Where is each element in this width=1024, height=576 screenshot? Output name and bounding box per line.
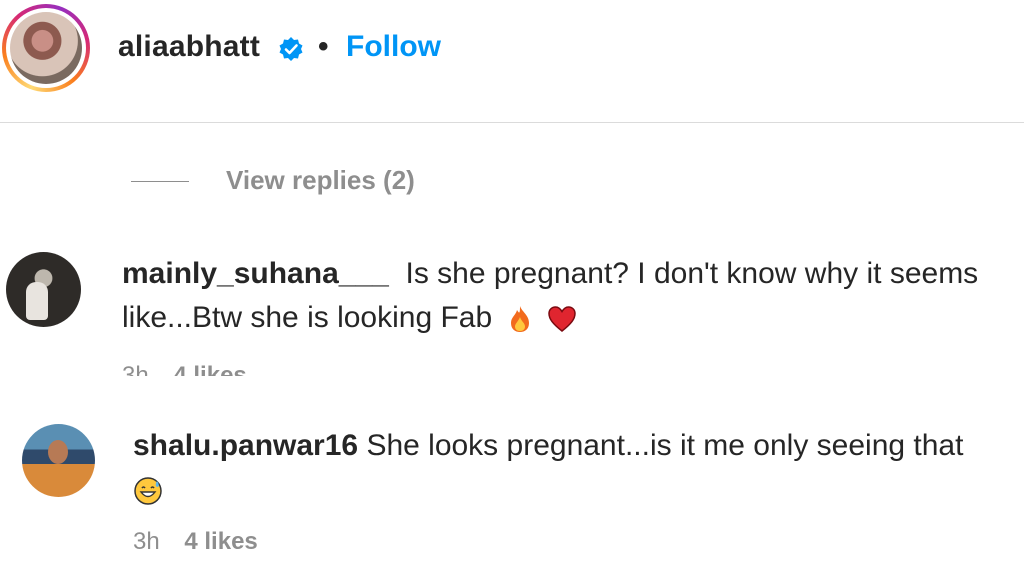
avatar-figure — [26, 282, 48, 320]
view-replies-button[interactable]: View replies (2) — [226, 165, 415, 196]
comment-time: 3h — [133, 528, 160, 555]
author-username[interactable]: aliaabhatt — [118, 30, 260, 64]
story-ring-gap — [6, 8, 86, 88]
comment-meta: 3h 4 likes — [133, 528, 258, 556]
author-avatar[interactable] — [10, 12, 82, 84]
comment-username[interactable]: mainly_suhana___ — [122, 257, 389, 290]
separator-dot: • — [318, 30, 329, 63]
comment-likes[interactable]: 4 likes — [184, 528, 257, 555]
replies-line — [131, 181, 189, 182]
comment: mainly_suhana___ Is she pregnant? I don'… — [122, 252, 1022, 340]
comment-text: She looks pregnant...is it me only seein… — [366, 429, 964, 462]
comment-username[interactable]: shalu.panwar16 — [133, 429, 358, 462]
story-ring[interactable] — [2, 4, 90, 92]
post-header: aliaabhatt • Follow — [0, 0, 1024, 122]
fire-emoji-icon — [510, 306, 529, 333]
heart-emoji-icon — [548, 306, 576, 333]
verified-badge-icon — [279, 37, 303, 61]
header-divider — [0, 122, 1024, 123]
sweat-smile-emoji-icon — [134, 477, 162, 505]
commenter-avatar[interactable] — [22, 424, 95, 497]
comment-time: 3h — [122, 362, 149, 376]
comment: shalu.panwar16 She looks pregnant...is i… — [133, 424, 1013, 512]
comment-likes[interactable]: 4 likes — [173, 362, 246, 376]
avatar-face — [48, 440, 68, 464]
follow-button[interactable]: Follow — [346, 30, 441, 64]
comment-meta: 3h 4 likes — [122, 362, 247, 376]
commenter-avatar[interactable] — [6, 252, 81, 327]
